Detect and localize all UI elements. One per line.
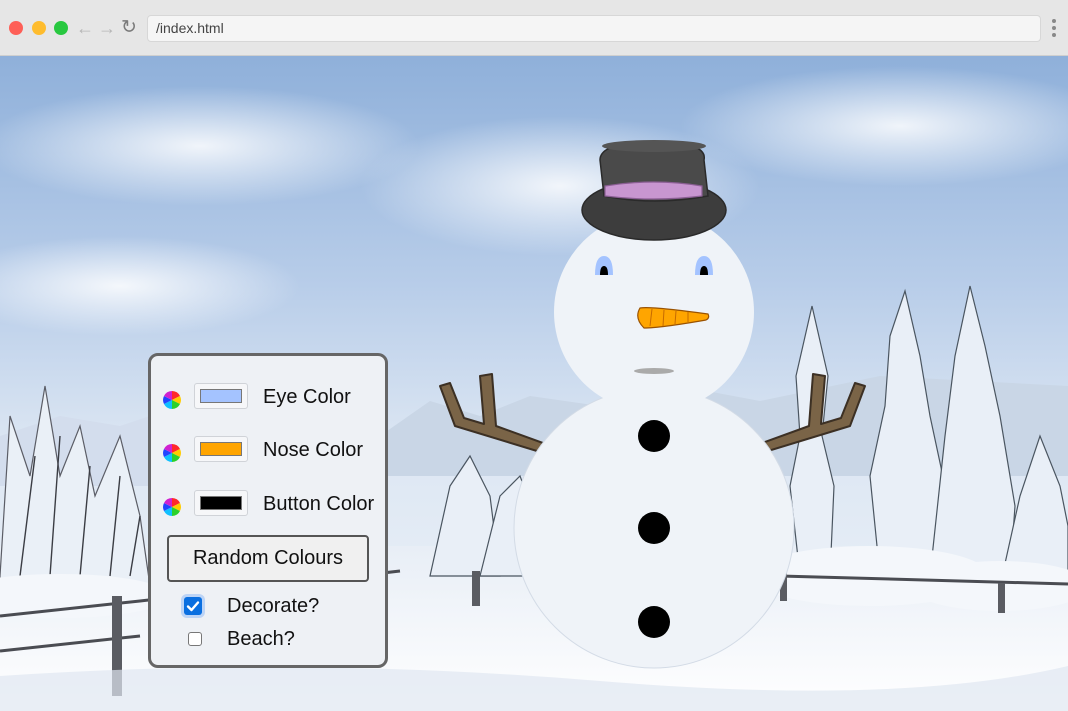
- address-bar[interactable]: /index.html: [147, 15, 1041, 42]
- color-wheel-icon: [163, 498, 181, 516]
- reload-icon[interactable]: ↻: [118, 16, 140, 40]
- hat-band: [604, 181, 703, 200]
- beach-label: Beach?: [227, 628, 295, 650]
- beach-checkbox[interactable]: [188, 632, 202, 646]
- eye-color-picker[interactable]: [194, 383, 248, 409]
- decorate-checkbox[interactable]: [184, 597, 202, 615]
- color-wheel-icon: [163, 444, 181, 462]
- body-button: [638, 606, 670, 638]
- body-button: [638, 512, 670, 544]
- eye-color-label: Eye Color: [263, 386, 351, 408]
- nose-color-picker[interactable]: [194, 436, 248, 462]
- body-button: [638, 420, 670, 452]
- mouth: [634, 368, 674, 374]
- random-colours-button[interactable]: Random Colours: [167, 535, 369, 582]
- nose-color-label: Nose Color: [263, 439, 364, 461]
- back-arrow-icon[interactable]: ←: [74, 16, 96, 40]
- kebab-menu-icon[interactable]: [1048, 16, 1060, 40]
- forward-arrow-icon[interactable]: →: [96, 16, 118, 40]
- minimize-window-button[interactable]: [32, 21, 46, 35]
- browser-toolbar: ← → ↻ /index.html: [0, 0, 1068, 56]
- color-wheel-icon: [163, 391, 181, 409]
- button-color-label: Button Color: [263, 493, 375, 515]
- checkmark-icon: [186, 601, 200, 612]
- controls-panel: Eye Color Nose Color Button Color Random…: [148, 353, 388, 668]
- button-color-picker[interactable]: [194, 490, 248, 516]
- top-hat: [581, 140, 727, 241]
- close-window-button[interactable]: [9, 21, 23, 35]
- decorate-label: Decorate?: [227, 595, 320, 617]
- maximize-window-button[interactable]: [54, 21, 68, 35]
